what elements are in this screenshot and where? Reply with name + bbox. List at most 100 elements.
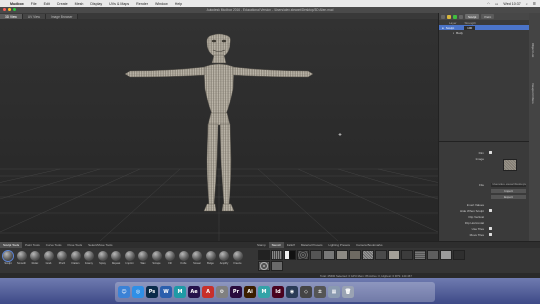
system-prefs-icon[interactable]: ⚙ [216,286,228,298]
hide-when-sculpt-checkbox[interactable] [489,209,492,212]
tab-falloff[interactable]: Falloff [284,242,298,248]
stencil-thumbnail[interactable] [310,250,322,260]
stencil-thumbnail[interactable] [349,250,361,260]
stencil-thumbnail[interactable] [271,261,283,271]
steam-icon[interactable]: ◉ [286,286,298,298]
tool-sculpt[interactable]: Sculpt [2,251,14,265]
tab-lighting-presets[interactable]: Lighting Presets [326,242,354,248]
tab-stamp[interactable]: Stamp [254,242,269,248]
wifi-icon[interactable]: ◠ [487,2,490,6]
tool-freeze[interactable]: Freeze [232,251,244,265]
object-row-body[interactable]: ▪ Body [439,30,529,35]
tab-stencil[interactable]: Stencil [268,242,284,248]
tool-pinch[interactable]: Pinch [56,251,68,265]
tool-knife[interactable]: Knife [178,251,190,265]
play-icon[interactable] [453,14,457,19]
stencil-thumbnail[interactable] [323,250,335,260]
import-button[interactable]: Import [491,189,526,193]
tool-scrape[interactable]: Scrape [151,251,163,265]
tab-paint-tools[interactable]: Paint Tools [22,242,43,248]
tab-paint-layers[interactable]: Paint [481,14,495,19]
maya-icon[interactable]: M [174,286,186,298]
stencil-thumbnail[interactable] [427,250,439,260]
tab-select-move-tools[interactable]: Select/Move Tools [85,242,115,248]
unity-icon[interactable]: ◇ [300,286,312,298]
stencil-thumbnail[interactable] [336,250,348,260]
tab-object-list[interactable]: Object List [531,43,535,57]
stencil-thumbnail[interactable] [284,250,296,260]
search-icon[interactable]: ⌕ [526,2,528,6]
stencil-thumbnail[interactable] [297,250,309,260]
word-icon[interactable]: W [160,286,172,298]
tool-fill[interactable]: Fill [164,251,176,265]
tab-camera-bookmarks[interactable]: Camera Bookmarks [353,242,386,248]
menu-render[interactable]: Render [136,2,148,6]
stencil-thumbnail[interactable] [440,250,452,260]
menu-file[interactable]: File [31,2,37,6]
stencil-thumbnail[interactable] [271,250,283,260]
stencil-thumbnail[interactable] [453,250,465,260]
menu-edit[interactable]: Edit [44,2,50,6]
menu-create[interactable]: Create [57,2,68,6]
tab-viewport-filters[interactable]: Viewport Filters [531,83,535,104]
clock[interactable]: Wed 10:37 [503,2,520,6]
calculator-icon[interactable]: ± [314,286,326,298]
photoshop-icon[interactable]: Ps [146,286,158,298]
preview-icon[interactable]: ▦ [328,286,340,298]
tool-imprint[interactable]: Imprint [124,251,136,265]
stencil-thumbnail[interactable] [401,250,413,260]
menu-display[interactable]: Display [90,2,102,6]
stencil-thumbnail[interactable] [414,250,426,260]
tool-smooth[interactable]: Smooth [16,251,28,265]
menu-list-icon[interactable]: ☰ [533,2,536,6]
tab-curve-tools[interactable]: Curve Tools [43,242,65,248]
tab-sculpt-layers[interactable]: Sculpt [465,14,480,19]
layer-strength-input[interactable]: 100 [464,25,476,30]
tool-amplify[interactable]: Amplify [218,251,230,265]
indesign-icon[interactable]: Id [272,286,284,298]
file-path-field[interactable]: /Users/alex.stewart/Desktop/alien.jpg [491,183,526,187]
close-window-icon[interactable] [3,8,6,12]
visibility-icon[interactable]: ● [442,26,444,30]
autocad-icon[interactable]: A [202,286,214,298]
stencil-image-thumbnail[interactable] [503,159,517,171]
trash-icon[interactable]: 🗑 [342,286,354,298]
mudbox-icon[interactable]: M [258,286,270,298]
tool-bulge[interactable]: Bulge [205,251,217,265]
tool-relax[interactable]: Relax [29,251,41,265]
tool-repeat[interactable]: Repeat [110,251,122,265]
safari-icon[interactable]: ◎ [132,286,144,298]
menu-app-name[interactable]: Mudbox [10,2,24,6]
stencil-thumbnail[interactable] [258,261,270,271]
dim-checkbox[interactable] [489,151,492,154]
minimize-window-icon[interactable] [8,8,11,12]
illustrator-icon[interactable]: Ai [244,286,256,298]
new-layer-icon[interactable] [441,14,445,19]
export-button[interactable]: Export [491,195,526,199]
delete-layer-icon[interactable] [459,14,463,19]
after-effects-icon[interactable]: Ae [188,286,200,298]
tab-material-presets[interactable]: Material Presets [298,242,326,248]
3d-viewport[interactable] [0,19,438,241]
tool-wax[interactable]: Wax [137,251,149,265]
stencil-thumbnail[interactable] [375,250,387,260]
stencil-thumbnail[interactable] [362,250,374,260]
tool-spray[interactable]: Spray [97,251,109,265]
menu-mesh[interactable]: Mesh [75,2,84,6]
layer-folder-icon[interactable] [447,14,451,19]
premiere-icon[interactable]: Pr [230,286,242,298]
menu-uvs-maps[interactable]: UVs & Maps [109,2,129,6]
tab-pose-tools[interactable]: Pose Tools [65,242,86,248]
stencil-thumbnail[interactable] [388,250,400,260]
battery-icon[interactable]: ▭ [495,2,498,6]
stencil-thumbnail[interactable] [258,250,270,260]
use-tiles-checkbox[interactable] [489,227,492,230]
tool-flatten[interactable]: Flatten [70,251,82,265]
tool-smear[interactable]: Smear [191,251,203,265]
tool-grab[interactable]: Grab [43,251,55,265]
menu-help[interactable]: Help [175,2,182,6]
zoom-window-icon[interactable] [13,8,16,12]
tool-foamy[interactable]: Foamy [83,251,95,265]
menu-window[interactable]: Window [155,2,168,6]
finder-icon[interactable]: ☺ [118,286,130,298]
